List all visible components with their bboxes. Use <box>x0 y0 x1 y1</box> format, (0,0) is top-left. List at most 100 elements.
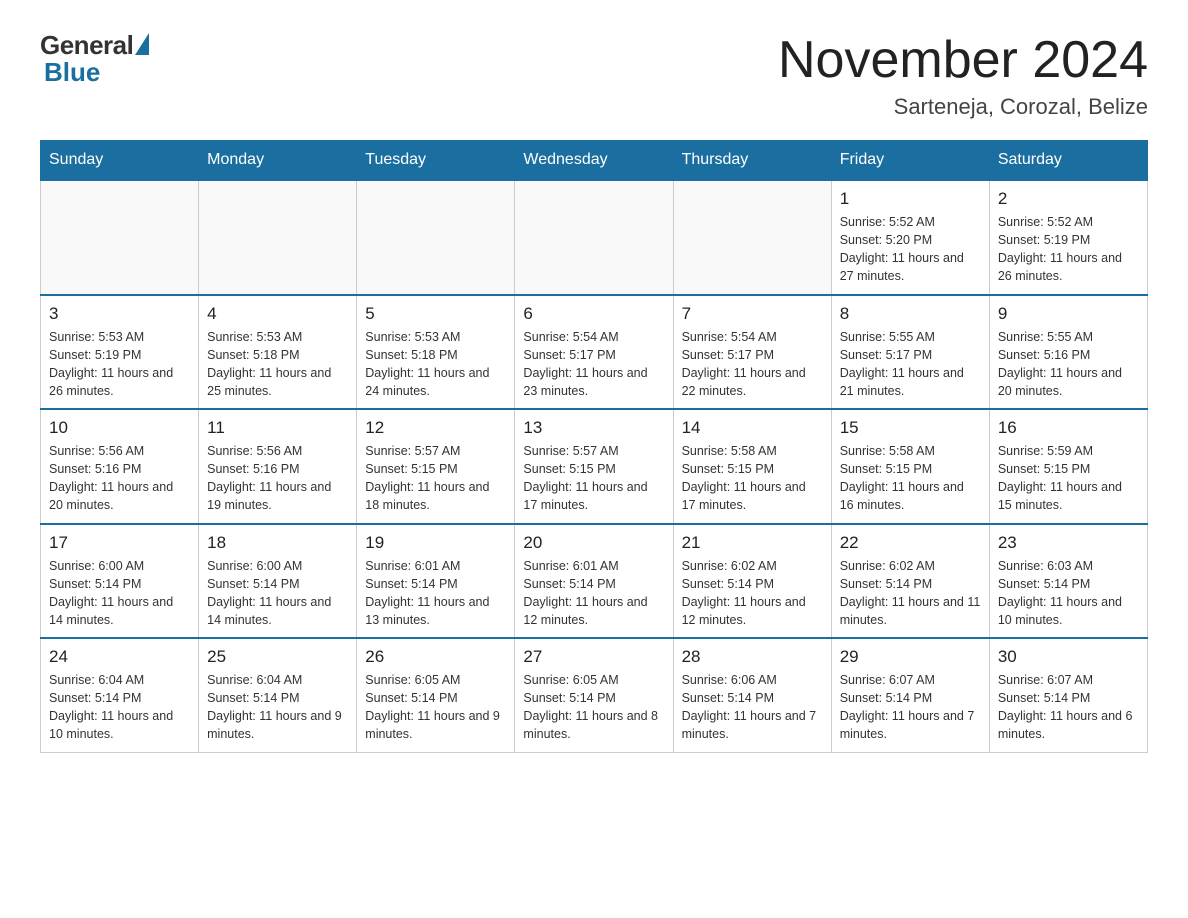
day-number: 24 <box>49 647 190 667</box>
calendar-cell: 4 Sunrise: 5:53 AMSunset: 5:18 PMDaylight… <box>199 295 357 410</box>
page-header: General Blue November 2024 Sarteneja, Co… <box>40 30 1148 120</box>
logo-blue-text: Blue <box>44 57 100 88</box>
day-info: Sunrise: 5:54 AMSunset: 5:17 PMDaylight:… <box>523 328 664 401</box>
day-info: Sunrise: 5:58 AMSunset: 5:15 PMDaylight:… <box>682 442 823 515</box>
calendar-cell: 16Sunrise: 5:59 AMSunset: 5:15 PMDayligh… <box>989 409 1147 524</box>
calendar-cell: 23Sunrise: 6:03 AMSunset: 5:14 PMDayligh… <box>989 524 1147 639</box>
day-info: Sunrise: 5:53 AMSunset: 5:18 PMDaylight:… <box>207 328 348 401</box>
calendar-cell: 5Sunrise: 5:53 AMSunset: 5:18 PMDaylight… <box>357 295 515 410</box>
day-number: 17 <box>49 533 190 553</box>
calendar-cell: 3 Sunrise: 5:53 AMSunset: 5:19 PMDaylight… <box>41 295 199 410</box>
calendar-cell <box>41 180 199 295</box>
day-number: 10 <box>49 418 190 438</box>
header-thursday: Thursday <box>673 141 831 181</box>
day-number: 1 <box>840 189 981 209</box>
day-number: 15 <box>840 418 981 438</box>
header-saturday: Saturday <box>989 141 1147 181</box>
calendar-cell: 29 Sunrise: 6:07 AMSunset: 5:14 PMDayligh… <box>831 638 989 752</box>
calendar-cell: 12 Sunrise: 5:57 AMSunset: 5:15 PMDayligh… <box>357 409 515 524</box>
calendar-cell: 8 Sunrise: 5:55 AMSunset: 5:17 PMDaylight… <box>831 295 989 410</box>
day-info: Sunrise: 5:56 AMSunset: 5:16 PMDaylight:… <box>207 442 348 515</box>
day-info: Sunrise: 5:55 AMSunset: 5:16 PMDaylight:… <box>998 328 1139 401</box>
day-info: Sunrise: 5:53 AMSunset: 5:18 PMDaylight:… <box>365 328 506 401</box>
calendar-cell: 27 Sunrise: 6:05 AMSunset: 5:14 PMDayligh… <box>515 638 673 752</box>
calendar-cell: 17 Sunrise: 6:00 AMSunset: 5:14 PMDayligh… <box>41 524 199 639</box>
day-number: 6 <box>523 304 664 324</box>
calendar-cell: 7 Sunrise: 5:54 AMSunset: 5:17 PMDaylight… <box>673 295 831 410</box>
calendar-cell <box>199 180 357 295</box>
header-wednesday: Wednesday <box>515 141 673 181</box>
calendar-cell: 14 Sunrise: 5:58 AMSunset: 5:15 PMDayligh… <box>673 409 831 524</box>
day-info: Sunrise: 6:00 AMSunset: 5:14 PMDaylight:… <box>49 557 190 630</box>
day-info: Sunrise: 5:54 AMSunset: 5:17 PMDaylight:… <box>682 328 823 401</box>
calendar-table: SundayMondayTuesdayWednesdayThursdayFrid… <box>40 140 1148 753</box>
day-number: 16 <box>998 418 1139 438</box>
calendar-cell: 30Sunrise: 6:07 AMSunset: 5:14 PMDayligh… <box>989 638 1147 752</box>
day-number: 22 <box>840 533 981 553</box>
calendar-cell: 1 Sunrise: 5:52 AMSunset: 5:20 PMDaylight… <box>831 180 989 295</box>
day-info: Sunrise: 5:52 AMSunset: 5:19 PMDaylight:… <box>998 213 1139 286</box>
day-number: 7 <box>682 304 823 324</box>
calendar-cell <box>515 180 673 295</box>
header-monday: Monday <box>199 141 357 181</box>
day-number: 28 <box>682 647 823 667</box>
day-number: 14 <box>682 418 823 438</box>
day-number: 3 <box>49 304 190 324</box>
day-info: Sunrise: 5:56 AMSunset: 5:16 PMDaylight:… <box>49 442 190 515</box>
header-sunday: Sunday <box>41 141 199 181</box>
day-number: 25 <box>207 647 348 667</box>
week-row-2: 3 Sunrise: 5:53 AMSunset: 5:19 PMDaylight… <box>41 295 1148 410</box>
day-info: Sunrise: 6:04 AMSunset: 5:14 PMDaylight:… <box>207 671 348 744</box>
day-info: Sunrise: 6:02 AMSunset: 5:14 PMDaylight:… <box>682 557 823 630</box>
calendar-cell: 2Sunrise: 5:52 AMSunset: 5:19 PMDaylight… <box>989 180 1147 295</box>
day-number: 29 <box>840 647 981 667</box>
week-row-5: 24 Sunrise: 6:04 AMSunset: 5:14 PMDayligh… <box>41 638 1148 752</box>
day-info: Sunrise: 6:07 AMSunset: 5:14 PMDaylight:… <box>998 671 1139 744</box>
month-title: November 2024 <box>778 30 1148 90</box>
calendar-cell: 21 Sunrise: 6:02 AMSunset: 5:14 PMDayligh… <box>673 524 831 639</box>
day-number: 26 <box>365 647 506 667</box>
day-info: Sunrise: 6:01 AMSunset: 5:14 PMDaylight:… <box>365 557 506 630</box>
day-number: 27 <box>523 647 664 667</box>
day-info: Sunrise: 6:03 AMSunset: 5:14 PMDaylight:… <box>998 557 1139 630</box>
calendar-cell: 26 Sunrise: 6:05 AMSunset: 5:14 PMDayligh… <box>357 638 515 752</box>
title-area: November 2024 Sarteneja, Corozal, Belize <box>778 30 1148 120</box>
day-info: Sunrise: 6:04 AMSunset: 5:14 PMDaylight:… <box>49 671 190 744</box>
day-info: Sunrise: 5:52 AMSunset: 5:20 PMDaylight:… <box>840 213 981 286</box>
day-number: 19 <box>365 533 506 553</box>
day-info: Sunrise: 6:06 AMSunset: 5:14 PMDaylight:… <box>682 671 823 744</box>
day-number: 12 <box>365 418 506 438</box>
calendar-cell: 11 Sunrise: 5:56 AMSunset: 5:16 PMDayligh… <box>199 409 357 524</box>
logo-triangle-icon <box>135 33 149 55</box>
calendar-cell: 18Sunrise: 6:00 AMSunset: 5:14 PMDayligh… <box>199 524 357 639</box>
day-info: Sunrise: 5:57 AMSunset: 5:15 PMDaylight:… <box>365 442 506 515</box>
day-number: 4 <box>207 304 348 324</box>
calendar-cell <box>357 180 515 295</box>
calendar-cell: 28 Sunrise: 6:06 AMSunset: 5:14 PMDayligh… <box>673 638 831 752</box>
day-info: Sunrise: 5:58 AMSunset: 5:15 PMDaylight:… <box>840 442 981 515</box>
day-info: Sunrise: 6:01 AMSunset: 5:14 PMDaylight:… <box>523 557 664 630</box>
day-info: Sunrise: 6:05 AMSunset: 5:14 PMDaylight:… <box>523 671 664 744</box>
week-row-3: 10 Sunrise: 5:56 AMSunset: 5:16 PMDayligh… <box>41 409 1148 524</box>
calendar-cell <box>673 180 831 295</box>
week-row-4: 17 Sunrise: 6:00 AMSunset: 5:14 PMDayligh… <box>41 524 1148 639</box>
day-info: Sunrise: 5:55 AMSunset: 5:17 PMDaylight:… <box>840 328 981 401</box>
day-info: Sunrise: 6:00 AMSunset: 5:14 PMDaylight:… <box>207 557 348 630</box>
calendar-cell: 10 Sunrise: 5:56 AMSunset: 5:16 PMDayligh… <box>41 409 199 524</box>
day-info: Sunrise: 5:53 AMSunset: 5:19 PMDaylight:… <box>49 328 190 401</box>
location-title: Sarteneja, Corozal, Belize <box>778 94 1148 120</box>
day-number: 8 <box>840 304 981 324</box>
day-number: 11 <box>207 418 348 438</box>
calendar-cell: 15 Sunrise: 5:58 AMSunset: 5:15 PMDayligh… <box>831 409 989 524</box>
header-row: SundayMondayTuesdayWednesdayThursdayFrid… <box>41 141 1148 181</box>
calendar-cell: 20Sunrise: 6:01 AMSunset: 5:14 PMDayligh… <box>515 524 673 639</box>
calendar-cell: 22 Sunrise: 6:02 AMSunset: 5:14 PMDayligh… <box>831 524 989 639</box>
day-number: 13 <box>523 418 664 438</box>
day-number: 9 <box>998 304 1139 324</box>
day-info: Sunrise: 6:07 AMSunset: 5:14 PMDaylight:… <box>840 671 981 744</box>
day-number: 21 <box>682 533 823 553</box>
day-info: Sunrise: 6:02 AMSunset: 5:14 PMDaylight:… <box>840 557 981 630</box>
header-friday: Friday <box>831 141 989 181</box>
day-info: Sunrise: 6:05 AMSunset: 5:14 PMDaylight:… <box>365 671 506 744</box>
calendar-cell: 24 Sunrise: 6:04 AMSunset: 5:14 PMDayligh… <box>41 638 199 752</box>
